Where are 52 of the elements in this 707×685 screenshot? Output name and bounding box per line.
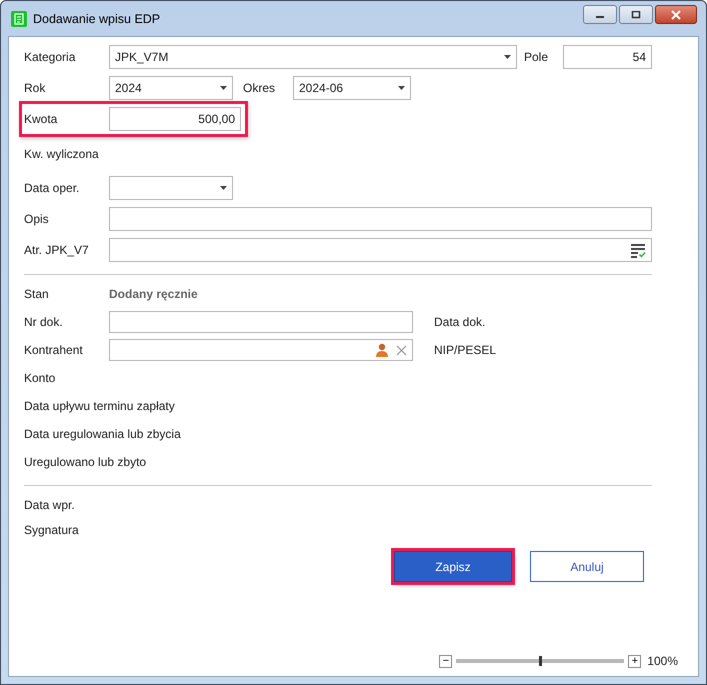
save-button[interactable]: Zapisz	[394, 551, 512, 582]
date-dropdown[interactable]	[109, 176, 233, 200]
close-icon	[670, 10, 682, 20]
status-text: Dodany ręcznie	[109, 287, 198, 301]
field-label: Opis	[24, 212, 50, 226]
year-dropdown[interactable]: 2024	[109, 76, 233, 100]
field-label: Uregulowano lub zbyto	[24, 455, 146, 469]
caret-icon	[504, 55, 511, 59]
zoom-slider[interactable]	[456, 659, 624, 663]
slider-thumb[interactable]	[539, 656, 542, 666]
input-field[interactable]	[109, 238, 652, 262]
field-label: Data dok.	[434, 315, 486, 329]
field-label: Data uregulowania lub zbycia	[24, 427, 181, 441]
input-field[interactable]	[109, 311, 413, 333]
caret-icon	[398, 86, 405, 90]
field-label: Konto	[24, 371, 56, 385]
app-icon	[11, 10, 27, 26]
field-label: Rok	[24, 81, 46, 95]
maximize-icon	[631, 10, 641, 18]
field-label: Data upływu terminu zapłaty	[24, 399, 175, 413]
field-label: Atr. JPK_V7	[24, 243, 90, 257]
maximize-button[interactable]	[619, 5, 653, 24]
cancel-button[interactable]: Anuluj	[530, 551, 644, 582]
zoom-level: 100%	[647, 654, 678, 668]
field-label: Data oper.	[24, 181, 80, 195]
field-label: Kategoria	[24, 50, 76, 64]
amount-field[interactable]: 500,00	[109, 107, 241, 131]
field-label: Stan	[24, 287, 50, 301]
field-label: Kwota	[24, 112, 58, 126]
field-label: Sygnatura	[24, 523, 80, 537]
window-title: Dodawanie wpisu EDP	[33, 12, 160, 26]
minimize-button[interactable]	[583, 5, 617, 24]
category-dropdown[interactable]: JPK_V7M	[109, 45, 517, 69]
field-label: Kontrahent	[24, 343, 84, 357]
clear-icon[interactable]	[396, 344, 407, 356]
input-field[interactable]: 54	[563, 45, 652, 69]
field-label: Nr dok.	[24, 315, 64, 329]
caret-icon	[220, 86, 227, 90]
zoom-out-button[interactable]: −	[439, 654, 452, 668]
field-label: Kw. wyliczona	[24, 147, 100, 161]
field-label: NIP/PESEL	[434, 343, 496, 357]
input-field[interactable]	[109, 207, 652, 231]
field-label: Data wpr.	[24, 498, 76, 512]
caret-icon	[220, 186, 227, 190]
field-label: Pole	[524, 50, 550, 64]
person-icon[interactable]	[375, 343, 389, 357]
field-label: Okres	[243, 81, 276, 95]
zoom-in-button[interactable]: +	[628, 654, 642, 668]
close-button[interactable]	[655, 5, 697, 24]
contractor-field[interactable]	[109, 339, 413, 361]
period-dropdown[interactable]: 2024-06	[293, 76, 411, 100]
checklist-icon[interactable]	[631, 242, 646, 258]
